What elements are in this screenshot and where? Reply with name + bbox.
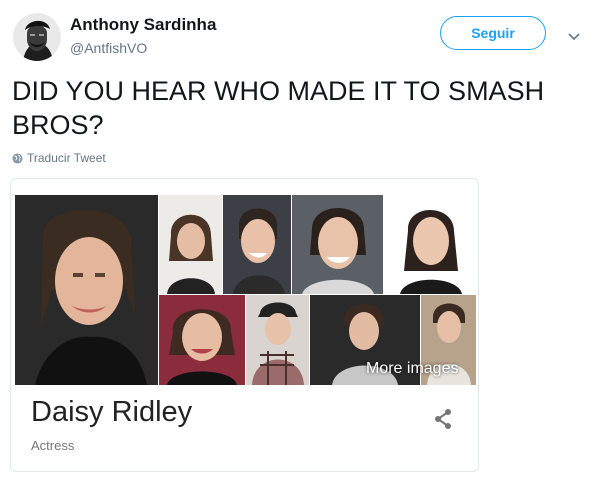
tweet: Anthony Sardinha @AntfishVO Seguir DID Y… xyxy=(0,0,600,478)
display-name[interactable]: Anthony Sardinha xyxy=(70,15,216,35)
image-tile[interactable] xyxy=(159,295,245,385)
card-subtitle: Actress xyxy=(31,438,75,453)
tweet-text: DID YOU HEAR WHO MADE IT TO SMASH BROS? xyxy=(12,76,545,140)
avatar-image xyxy=(13,13,61,61)
chevron-down-icon[interactable] xyxy=(566,30,582,42)
card-title[interactable]: Daisy Ridley xyxy=(31,396,192,429)
image-tile[interactable] xyxy=(292,195,383,294)
translate-label: Traducir Tweet xyxy=(27,151,106,165)
user-handle[interactable]: @AntfishVO xyxy=(70,40,147,56)
image-tile[interactable] xyxy=(223,195,291,294)
image-tile[interactable] xyxy=(384,195,476,294)
image-tile[interactable] xyxy=(159,195,222,294)
share-icon[interactable] xyxy=(431,407,455,431)
image-tile-main[interactable] xyxy=(15,195,158,385)
image-tile[interactable] xyxy=(246,295,309,385)
translate-tweet-link[interactable]: Traducir Tweet xyxy=(12,151,106,165)
knowledge-card[interactable]: More images Daisy Ridley Actress xyxy=(10,178,479,472)
globe-icon xyxy=(12,152,23,164)
avatar[interactable] xyxy=(13,13,61,61)
follow-button[interactable]: Seguir xyxy=(440,16,546,50)
more-images-link[interactable]: More images xyxy=(366,360,458,378)
